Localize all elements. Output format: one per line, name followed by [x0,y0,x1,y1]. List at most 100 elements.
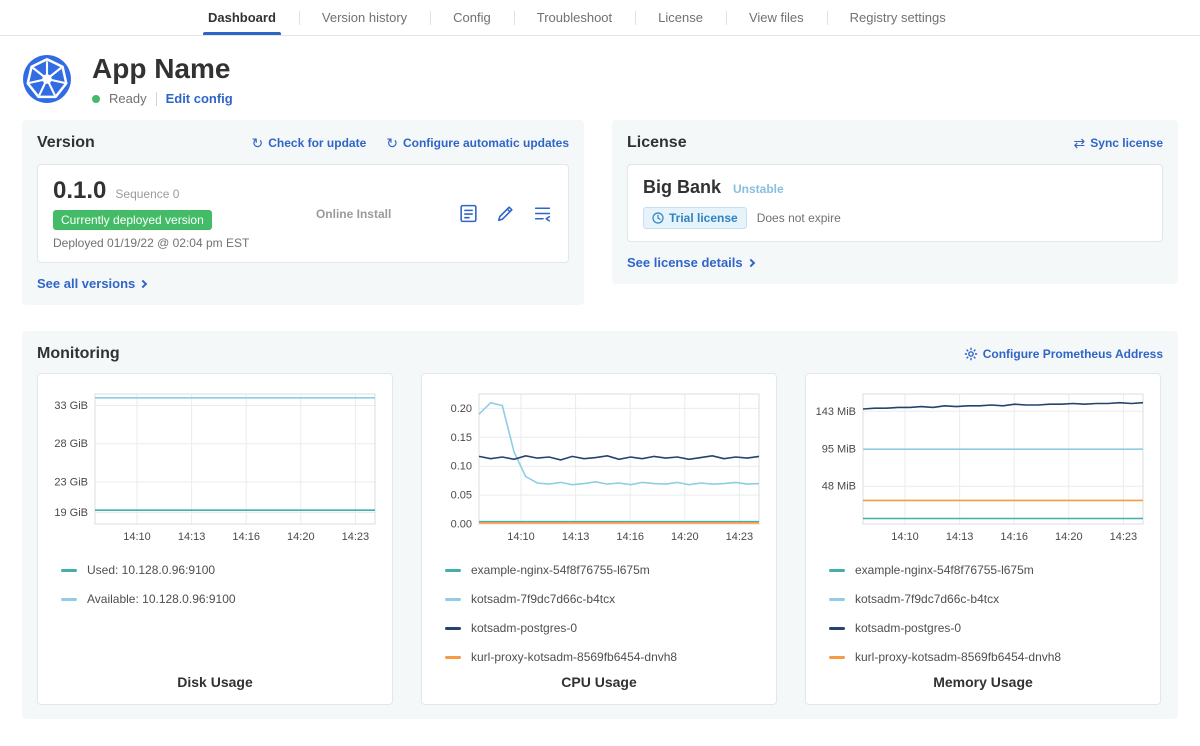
status-text: Ready [109,91,147,106]
svg-text:14:10: 14:10 [891,531,919,543]
preflight-checks-icon[interactable] [495,203,516,224]
series-color-swatch [61,569,77,572]
series-label: kurl-proxy-kotsadm-8569fb6454-dnvh8 [855,650,1061,664]
memory-usage-chart-box: 143 MiB95 MiB48 MiB14:1014:1314:1614:201… [805,373,1161,705]
legend-item: kotsadm-postgres-0 [829,621,1151,635]
disk-usage-legend: Used: 10.128.0.96:9100 Available: 10.128.… [47,563,383,606]
tab-label: Version history [322,10,407,25]
series-label: example-nginx-54f8f76755-l675m [471,563,650,577]
check-for-update-label: Check for update [268,136,366,150]
svg-text:14:16: 14:16 [616,531,644,543]
series-label: kotsadm-postgres-0 [855,621,961,635]
svg-text:14:20: 14:20 [287,531,315,543]
cpu-usage-legend: example-nginx-54f8f76755-l675m kotsadm-7f… [431,563,767,664]
see-all-versions-link[interactable]: See all versions [37,276,135,291]
trial-license-label: Trial license [669,211,738,225]
svg-text:23 GiB: 23 GiB [54,476,88,488]
tab-label: Config [453,10,491,25]
trial-license-badge: Trial license [643,207,747,229]
svg-text:14:23: 14:23 [342,531,370,543]
svg-text:0.00: 0.00 [451,519,472,531]
current-version-box: 0.1.0 Sequence 0 Currently deployed vers… [37,164,569,263]
top-nav: Dashboard Version history Config Trouble… [0,0,1200,36]
svg-text:14:16: 14:16 [232,531,260,543]
legend-item: kotsadm-7f9dc7d66c-b4tcx [445,592,767,606]
page-title: App Name [92,52,233,86]
version-card-title: Version [37,134,95,152]
tab-dashboard[interactable]: Dashboard [185,0,299,35]
series-color-swatch [61,598,77,601]
tab-label: View files [749,10,804,25]
license-box: Big Bank Unstable Trial license Does not… [627,164,1163,242]
tab-version-history[interactable]: Version history [299,0,430,35]
deploy-logs-icon[interactable] [532,203,553,224]
license-name: Big Bank [643,177,721,198]
svg-text:14:23: 14:23 [726,531,754,543]
license-expiry: Does not expire [757,211,841,225]
gear-icon [964,347,978,361]
svg-text:33 GiB: 33 GiB [54,400,88,412]
cards-row: Version ↻ Check for update ↻ Configure a… [0,120,1200,305]
svg-text:28 GiB: 28 GiB [54,438,88,450]
version-number: 0.1.0 [53,177,106,205]
auto-update-icon: ↻ [386,136,398,150]
chevron-right-icon [746,258,754,266]
legend-item: example-nginx-54f8f76755-l675m [829,563,1151,577]
configure-automatic-updates-link[interactable]: ↻ Configure automatic updates [386,136,569,150]
svg-text:14:10: 14:10 [123,531,151,543]
series-color-swatch [829,627,845,630]
see-license-details-link[interactable]: See license details [627,255,743,270]
deployed-badge: Currently deployed version [53,210,212,230]
legend-item: Used: 10.128.0.96:9100 [61,563,383,577]
disk-usage-plot: 33 GiB28 GiB23 GiB19 GiB14:1014:1314:161… [47,386,383,553]
tab-registry-settings[interactable]: Registry settings [827,0,969,35]
svg-text:14:13: 14:13 [946,531,974,543]
configure-automatic-updates-label: Configure automatic updates [403,136,569,150]
chart-title: Memory Usage [815,674,1151,692]
monitoring-card: Monitoring Configure Prometheus Address … [22,331,1178,719]
tab-label: Registry settings [850,10,946,25]
app-header: App Name Ready Edit config [0,36,1200,106]
series-label: kurl-proxy-kotsadm-8569fb6454-dnvh8 [471,650,677,664]
chart-title: CPU Usage [431,674,767,692]
check-for-update-link[interactable]: ↻ Check for update [252,136,367,150]
sync-license-link[interactable]: ⇄ Sync license [1074,136,1163,150]
line-chart-svg: 33 GiB28 GiB23 GiB19 GiB14:1014:1314:161… [47,386,383,548]
license-card-title: License [627,134,687,152]
memory-usage-plot: 143 MiB95 MiB48 MiB14:1014:1314:1614:201… [815,386,1151,553]
series-label: kotsadm-postgres-0 [471,621,577,635]
svg-text:0.15: 0.15 [451,432,472,444]
sync-icon: ⇄ [1074,136,1086,150]
line-chart-svg: 0.200.150.100.050.0014:1014:1314:1614:20… [431,386,767,548]
series-color-swatch [829,569,845,572]
legend-item: Available: 10.128.0.96:9100 [61,592,383,606]
svg-text:14:13: 14:13 [178,531,206,543]
svg-text:14:23: 14:23 [1110,531,1138,543]
svg-text:0.05: 0.05 [451,490,472,502]
series-label: kotsadm-7f9dc7d66c-b4tcx [855,592,999,606]
version-card: Version ↻ Check for update ↻ Configure a… [22,120,584,305]
svg-text:14:16: 14:16 [1000,531,1028,543]
deployed-timestamp: Deployed 01/19/22 @ 02:04 pm EST [53,236,249,250]
tab-config[interactable]: Config [430,0,514,35]
status-dot [92,95,100,103]
svg-text:48 MiB: 48 MiB [822,481,856,493]
series-label: Used: 10.128.0.96:9100 [87,563,215,577]
kubernetes-logo [22,54,72,104]
legend-item: kurl-proxy-kotsadm-8569fb6454-dnvh8 [445,650,767,664]
svg-text:14:13: 14:13 [562,531,590,543]
svg-text:14:10: 14:10 [507,531,535,543]
line-chart-svg: 143 MiB95 MiB48 MiB14:1014:1314:1614:201… [815,386,1151,548]
tab-license[interactable]: License [635,0,726,35]
configure-prometheus-link[interactable]: Configure Prometheus Address [964,347,1163,361]
license-channel: Unstable [733,182,784,196]
series-color-swatch [445,569,461,572]
tab-troubleshoot[interactable]: Troubleshoot [514,0,635,35]
release-notes-icon[interactable] [458,203,479,224]
install-type-label: Online Install [316,207,391,221]
edit-config-link[interactable]: Edit config [166,91,233,106]
cpu-usage-chart-box: 0.200.150.100.050.0014:1014:1314:1614:20… [421,373,777,705]
svg-text:14:20: 14:20 [671,531,699,543]
tab-view-files[interactable]: View files [726,0,827,35]
sync-license-label: Sync license [1090,136,1163,150]
